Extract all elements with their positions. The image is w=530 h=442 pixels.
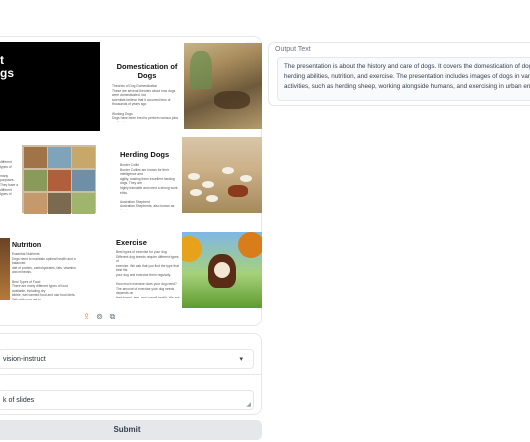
slide-title-text: t gs	[0, 53, 15, 80]
slide-body-line: scientists believe that it occurred tens…	[112, 97, 171, 107]
slide-title: t gs	[0, 42, 100, 131]
slide-body: Best types of exercise for your dog Diffe…	[116, 250, 182, 298]
slide-domestication: Domestication of Dogs Theories of Dog Do…	[112, 62, 182, 122]
slide-body-line: There are many different types of food a…	[12, 284, 68, 293]
model-dropdown[interactable]: vision-instruct ▾	[0, 349, 254, 369]
slide-body-line: kibble, wet canned food and raw food die…	[12, 293, 76, 300]
slide-body-line: highly trainable and need a strong work …	[120, 185, 178, 195]
slide-heading: Nutrition	[12, 242, 42, 249]
prompt-value: k of slides	[3, 397, 35, 404]
output-line: herding abilities, nutrition, and exerci…	[284, 73, 530, 80]
nutrition-image	[0, 238, 10, 300]
exercise-image	[182, 232, 262, 308]
gallery-actions: ⇪ ⊚ ⧉	[82, 312, 122, 322]
copy-icon[interactable]: ⧉	[108, 312, 117, 321]
prompt-textarea[interactable]: k of slides ◢	[0, 390, 254, 410]
slide-nutrition: Nutrition Essential Nutrients Dogs need t…	[12, 242, 82, 300]
slide-heading: Domestication of Dogs	[116, 62, 178, 80]
slide-body-line: their breed, age, and overall health. We…	[116, 295, 180, 298]
slide-heading: Exercise	[116, 238, 147, 247]
slide-body-line: agility, making them excellent herding d…	[120, 176, 175, 186]
slide-body-line: different types of	[0, 160, 12, 169]
slide-body-line: different types of	[0, 187, 12, 197]
slide-exercise: Exercise Best types of exercise for your…	[112, 238, 182, 298]
slide-body-line: diet of protein, carbohydrates, fats, vi…	[12, 265, 76, 275]
chevron-down-icon: ▾	[239, 356, 243, 363]
slide-body: different types of many purposes. They h…	[0, 160, 20, 197]
upload-icon[interactable]: ⇪	[82, 312, 91, 321]
output-label: Output Text	[275, 46, 311, 53]
slide-body-line: exercise. We ask that you find the type …	[116, 263, 179, 273]
domestication-image	[184, 43, 262, 129]
resize-handle-icon[interactable]: ◢	[246, 401, 251, 408]
output-line: The presentation is about the history an…	[284, 63, 530, 70]
slide-body-line: These are several theories about how dog…	[112, 88, 176, 98]
slide-body-line: Dogs have been bred to perform various j…	[112, 116, 178, 122]
slide-heading: Herding Dogs	[120, 150, 170, 159]
slide-body-line: many purposes. They have a	[0, 173, 19, 187]
herding-image	[182, 137, 262, 213]
slide-body-line: The amount of exercise your dog needs de…	[116, 286, 175, 296]
slide-body: Essential Nutrients Dogs need to maintain…	[12, 252, 82, 300]
dogs-collage-image	[22, 145, 96, 214]
slide-body-line: Border Collies are known for their intel…	[120, 167, 169, 177]
divider	[0, 374, 262, 375]
model-dropdown-value: vision-instruct	[3, 356, 46, 363]
submit-button[interactable]: Submit	[0, 420, 262, 440]
output-textbox[interactable]: The presentation is about the history an…	[277, 57, 530, 101]
output-panel: Output Text The presentation is about th…	[268, 42, 530, 106]
slide-body: Theories of Dog Domestication These are s…	[112, 84, 182, 122]
slide-partial-text: different types of many purposes. They h…	[0, 160, 20, 200]
share-icon[interactable]: ⊚	[95, 312, 104, 321]
slide-body: Border Collie Border Collies are known fo…	[120, 163, 182, 210]
output-line: activities, such as herding sheep, worki…	[284, 83, 530, 90]
slide-body-line: Different dog breeds require different t…	[116, 254, 179, 264]
slide-herding: Herding Dogs Border Collie Border Collies…	[112, 150, 182, 210]
slide-body-line: Dogs need to maintain optimal health and…	[12, 256, 76, 266]
slide-body-line: Australian Shepherds, also known as Auss…	[120, 204, 175, 210]
